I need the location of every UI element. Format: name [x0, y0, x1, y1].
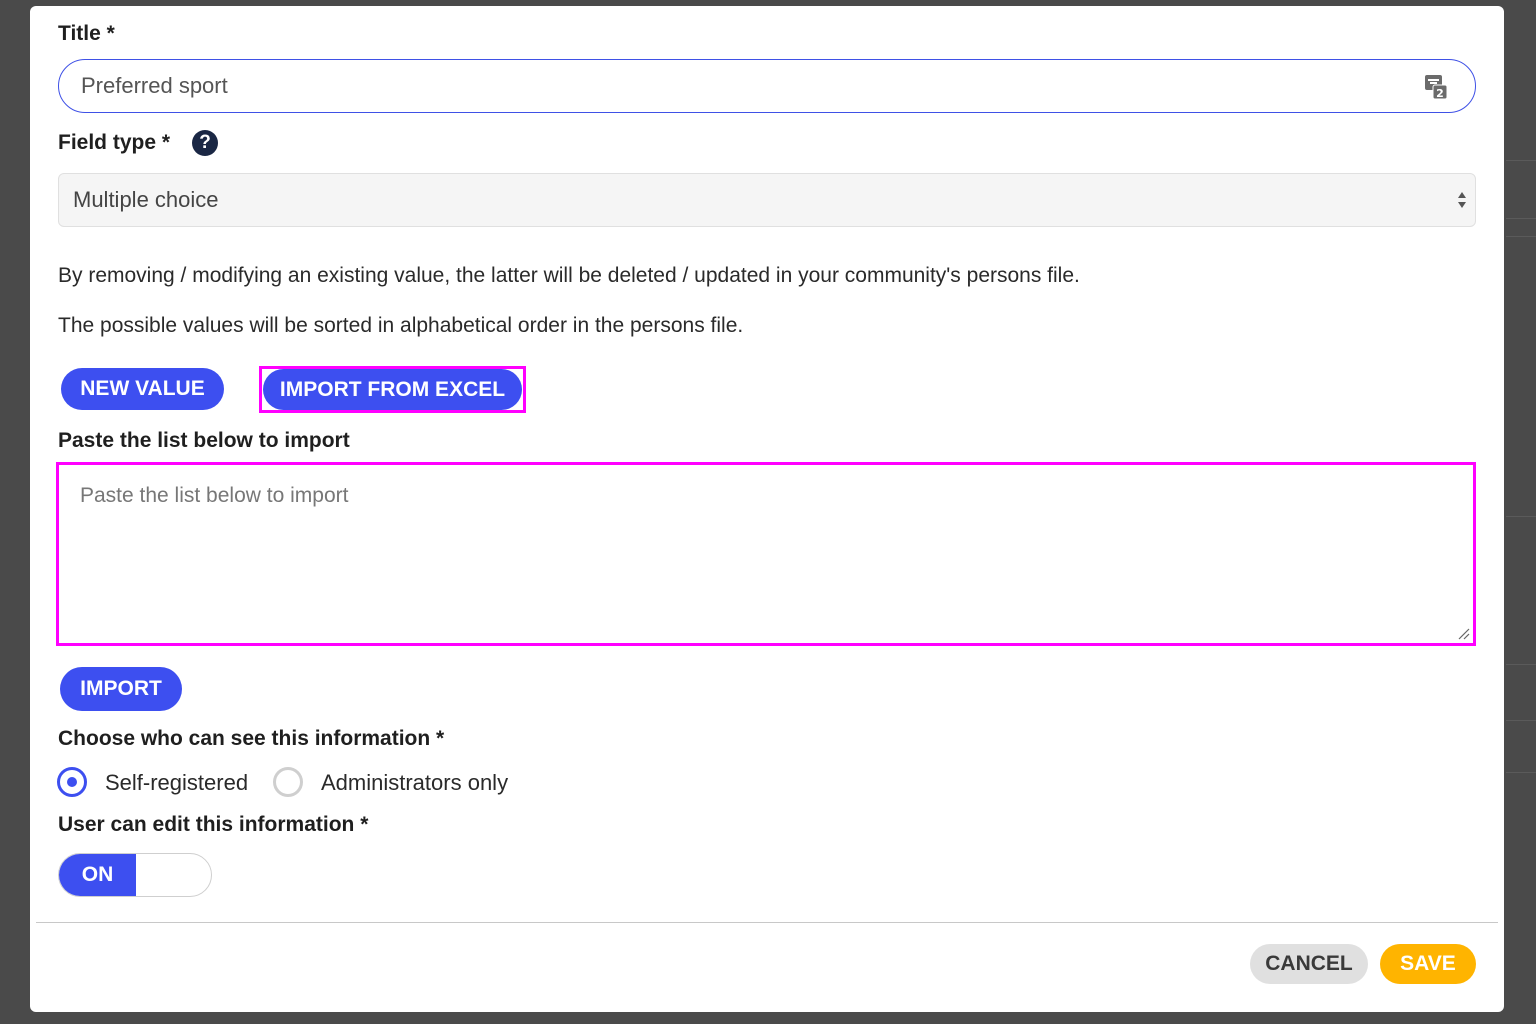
paste-list-label: Paste the list below to import: [58, 429, 350, 452]
field-edit-dialog: Title * 2 Field type * ? Multiple choice…: [30, 6, 1504, 1012]
sort-arrows-icon: [1458, 192, 1466, 208]
radio-administrators-only[interactable]: [273, 767, 303, 797]
save-button[interactable]: SAVE: [1380, 944, 1476, 984]
backdrop-divider: [1506, 160, 1536, 161]
title-input[interactable]: [58, 59, 1476, 113]
radio-administrators-only-label: Administrators only: [321, 770, 509, 795]
resize-grip-icon[interactable]: [1458, 628, 1470, 640]
paste-list-textarea[interactable]: Paste the list below to import: [60, 466, 1472, 642]
toggle-on-label: ON: [59, 854, 136, 896]
import-from-excel-button[interactable]: IMPORT FROM EXCEL: [263, 369, 522, 410]
help-icon[interactable]: ?: [192, 130, 218, 156]
radio-self-registered[interactable]: [57, 767, 87, 797]
editable-label: User can edit this information *: [58, 813, 369, 836]
footer-divider: [36, 922, 1498, 923]
paste-list-placeholder: Paste the list below to import: [80, 484, 349, 507]
cancel-button[interactable]: CANCEL: [1250, 944, 1368, 984]
svg-text:2: 2: [1436, 87, 1444, 100]
field-type-select[interactable]: Multiple choice: [58, 173, 1476, 227]
field-type-value: Multiple choice: [73, 187, 219, 212]
translate-icon[interactable]: 2: [1424, 74, 1448, 100]
info-text-modify: By removing / modifying an existing valu…: [58, 264, 1080, 287]
backdrop-divider: [1506, 664, 1536, 665]
editable-toggle[interactable]: ON: [58, 853, 212, 897]
backdrop-divider: [1506, 720, 1536, 721]
info-text-sort: The possible values will be sorted in al…: [58, 314, 744, 337]
title-label: Title *: [58, 22, 115, 45]
new-value-button[interactable]: NEW VALUE: [61, 368, 224, 410]
backdrop-divider: [1506, 516, 1536, 517]
backdrop-divider: [1506, 236, 1536, 237]
field-type-label: Field type *: [58, 131, 171, 154]
backdrop-divider: [1506, 218, 1536, 219]
import-button[interactable]: IMPORT: [60, 667, 182, 711]
visibility-label: Choose who can see this information *: [58, 727, 445, 750]
radio-self-registered-label: Self-registered: [105, 770, 249, 795]
backdrop-divider: [1506, 772, 1536, 773]
